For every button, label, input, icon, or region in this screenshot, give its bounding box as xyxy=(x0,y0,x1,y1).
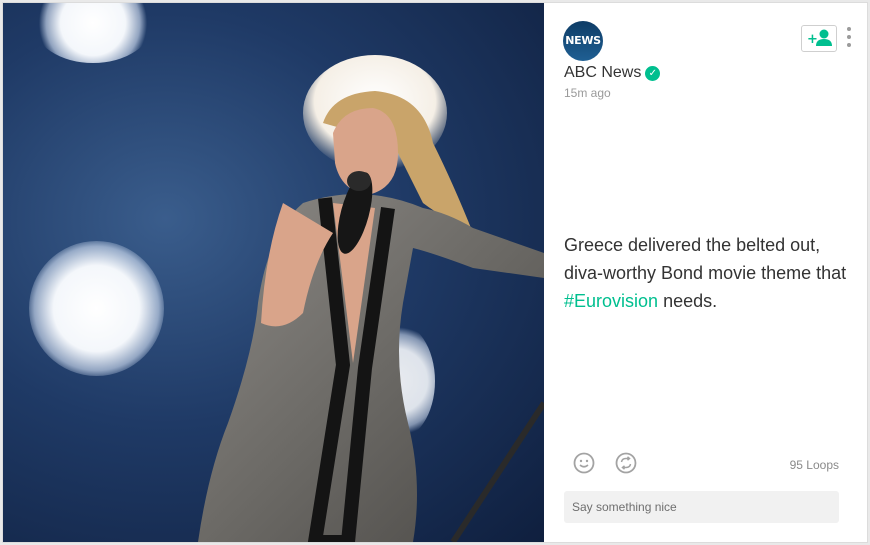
revine-icon xyxy=(615,452,637,474)
description-text-start: Greece delivered the belted out, diva-wo… xyxy=(564,235,847,283)
more-vertical-icon xyxy=(845,27,853,47)
follow-button[interactable]: + xyxy=(801,25,837,52)
author-name[interactable]: ABC News xyxy=(564,64,641,81)
channel-avatar[interactable]: NEWS xyxy=(563,21,603,61)
like-button[interactable] xyxy=(572,451,596,475)
loop-count: 95 Loops xyxy=(789,458,839,472)
smiley-icon xyxy=(573,452,595,474)
verified-badge-icon: ✓ xyxy=(645,66,661,81)
comment-input[interactable] xyxy=(564,491,839,523)
post-timestamp: 15m ago xyxy=(564,86,611,100)
post-card: NEWS ABC News ✓ 15m ago + Greece delivere… xyxy=(2,2,868,543)
more-options-button[interactable] xyxy=(845,27,853,51)
channel-logo-text: NEWS xyxy=(565,34,601,47)
description-text-end: needs. xyxy=(658,291,718,311)
video-player[interactable] xyxy=(3,3,544,542)
post-details: NEWS ABC News ✓ 15m ago + Greece delivere… xyxy=(544,3,867,542)
author-line: ABC News ✓ xyxy=(564,64,661,82)
post-description: Greece delivered the belted out, diva-wo… xyxy=(564,231,854,315)
revine-button[interactable] xyxy=(614,451,638,475)
hashtag-link[interactable]: #Eurovision xyxy=(564,291,658,311)
performer-figure xyxy=(198,55,544,542)
add-user-icon: + xyxy=(807,29,832,47)
